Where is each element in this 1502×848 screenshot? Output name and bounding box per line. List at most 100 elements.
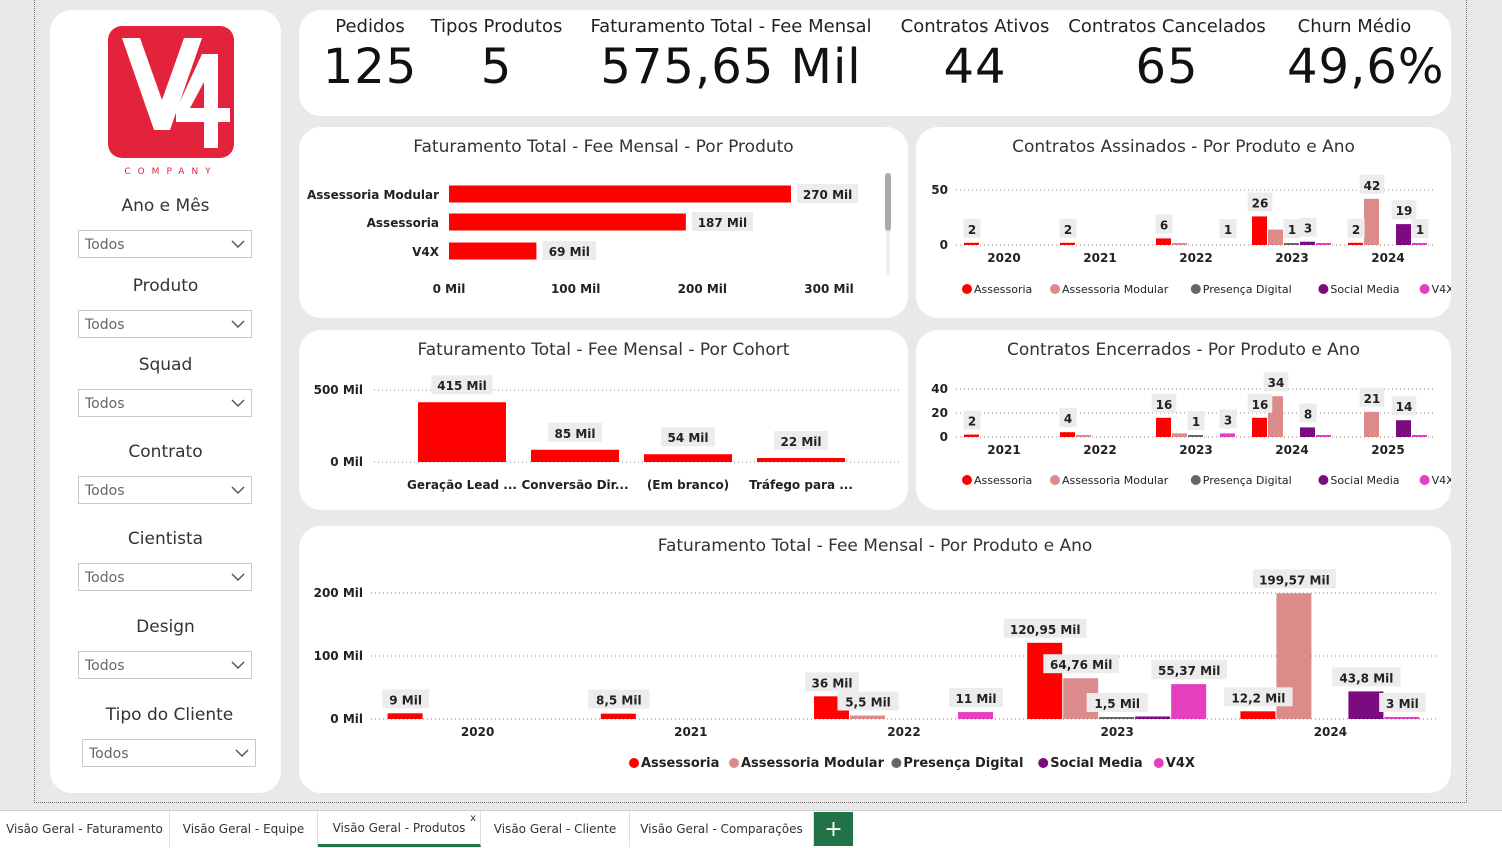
legend-marker <box>962 284 972 294</box>
bar[interactable] <box>449 213 686 231</box>
bar[interactable] <box>1396 224 1411 245</box>
legend-item[interactable]: Social Media <box>1330 283 1399 296</box>
bar[interactable] <box>1284 243 1299 245</box>
page-tab[interactable]: Visão Geral - Faturamento <box>0 811 170 847</box>
bar[interactable] <box>1364 198 1379 245</box>
bar[interactable] <box>1099 717 1135 719</box>
bar[interactable] <box>387 713 423 719</box>
bar[interactable] <box>418 402 506 462</box>
bar[interactable] <box>449 242 537 260</box>
data-label: 6 <box>1160 218 1168 232</box>
filter-dropdown[interactable]: Todos <box>78 389 252 417</box>
bar[interactable] <box>644 454 732 462</box>
chart-signed-contracts[interactable]: 0502020 2021 2022 2023 20242 2 6 1261 3 242191Ass… <box>916 127 1451 318</box>
bar[interactable] <box>958 712 993 719</box>
bar[interactable] <box>1364 411 1379 437</box>
scrollbar[interactable] <box>885 173 891 231</box>
page-tab[interactable]: Visão Geral - Cliente <box>481 811 630 847</box>
bar[interactable] <box>1240 711 1276 719</box>
legend-marker <box>1190 475 1201 485</box>
close-tab-icon[interactable]: x <box>470 813 476 824</box>
bar[interactable] <box>1348 691 1384 719</box>
data-label: 1 <box>1288 223 1296 237</box>
x-tick-label: 2024 <box>1371 251 1404 265</box>
legend-item[interactable]: Social Media <box>1330 474 1399 487</box>
bar[interactable] <box>600 713 636 719</box>
page-tab[interactable]: Visão Geral - Equipe <box>170 811 318 847</box>
bar[interactable] <box>1188 435 1203 437</box>
page-tab[interactable]: Visão Geral - Produtos x <box>318 811 481 847</box>
bar[interactable] <box>850 715 885 719</box>
bar[interactable] <box>757 458 845 462</box>
chart-by-product[interactable]: Assessoria Modular 270 Mil Assessoria 187 M… <box>299 127 908 318</box>
filter-dropdown[interactable]: Todos <box>82 739 256 767</box>
legend-item[interactable]: Presença Digital <box>1203 283 1292 296</box>
scrollbar-track[interactable] <box>886 231 890 275</box>
bar[interactable] <box>1220 433 1235 437</box>
kpi-value: 125 <box>322 39 418 95</box>
legend-item[interactable]: Assessoria Modular <box>1062 283 1169 296</box>
chart-revenue-product-year[interactable]: 0 Mil 100 Mil 200 Mil 2020 2021 2022 2023 2024 9… <box>299 526 1451 793</box>
legend-item[interactable]: Assessoria Modular <box>741 756 885 771</box>
bar[interactable] <box>1348 242 1363 245</box>
data-label: 14 <box>1396 400 1413 414</box>
kpi-value: 575,65 Mil <box>600 39 862 95</box>
bar[interactable] <box>1384 717 1420 719</box>
data-label: 42 <box>1364 179 1381 193</box>
legend-item[interactable]: V4X <box>1166 756 1195 771</box>
bar[interactable] <box>1172 243 1187 245</box>
bar[interactable] <box>1172 433 1187 437</box>
bar[interactable] <box>1396 420 1411 437</box>
add-page-button[interactable]: + <box>814 812 853 846</box>
legend-item[interactable]: Assessoria <box>974 283 1032 296</box>
legend-item[interactable]: Assessoria Modular <box>1062 474 1169 487</box>
bar[interactable] <box>1060 432 1075 437</box>
legend-item[interactable]: Assessoria <box>641 756 719 771</box>
filter-dropdown[interactable]: Todos <box>78 563 252 591</box>
bar[interactable] <box>1076 435 1091 437</box>
chart-closed-contracts[interactable]: 0 20 40 2021 2022 2023 2024 2025 2 4 16 1 3 16 34 8 21 14… <box>916 330 1451 510</box>
filter-dropdown[interactable]: Todos <box>78 310 252 338</box>
bar[interactable] <box>1316 243 1331 245</box>
legend-item[interactable]: Presença Digital <box>1203 474 1292 487</box>
chevron-down-icon <box>231 573 245 582</box>
bar[interactable] <box>1316 435 1331 437</box>
bar[interactable] <box>1156 238 1171 245</box>
bar[interactable] <box>1268 229 1283 245</box>
filter-dropdown[interactable]: Todos <box>78 230 252 258</box>
bar[interactable] <box>1156 417 1171 437</box>
bar[interactable] <box>964 434 979 437</box>
bar[interactable] <box>1300 427 1315 437</box>
data-label: 199,57 Mil <box>1259 573 1330 587</box>
bar[interactable] <box>1252 417 1267 437</box>
bar[interactable] <box>1252 216 1267 245</box>
data-label: 4 <box>1064 412 1072 426</box>
data-label: 55,37 Mil <box>1158 664 1220 678</box>
bar[interactable] <box>1135 716 1171 719</box>
data-label: 2 <box>968 415 976 429</box>
x-tick-label: 2020 <box>461 725 494 739</box>
bar[interactable] <box>449 185 791 203</box>
chart-by-cohort[interactable]: 0 Mil 500 Mil 415 Mil Geração Lead ... 85 Mi… <box>299 330 908 510</box>
kpi-value: 65 <box>1135 39 1199 95</box>
bar[interactable] <box>1412 435 1427 437</box>
page-tab[interactable]: Visão Geral - Comparações <box>630 811 814 847</box>
bar[interactable] <box>531 449 619 462</box>
legend-item[interactable]: Assessoria <box>974 474 1032 487</box>
legend-item[interactable]: V4X <box>1432 474 1451 487</box>
bar[interactable] <box>1412 243 1427 245</box>
bar[interactable] <box>1171 684 1207 719</box>
filter-dropdown[interactable]: Todos <box>78 651 252 679</box>
data-label: 415 Mil <box>437 379 486 393</box>
x-tick-label: 2023 <box>1179 443 1212 457</box>
data-label: 187 Mil <box>698 216 747 230</box>
bar[interactable] <box>964 242 979 245</box>
legend-marker <box>1190 284 1201 294</box>
bar[interactable] <box>1060 242 1075 245</box>
legend-item[interactable]: V4X <box>1432 283 1451 296</box>
y-tick-label: 50 <box>931 183 948 197</box>
bar[interactable] <box>1300 241 1315 245</box>
legend-item[interactable]: Presença Digital <box>903 756 1023 771</box>
legend-item[interactable]: Social Media <box>1050 756 1143 771</box>
filter-dropdown[interactable]: Todos <box>78 476 252 504</box>
